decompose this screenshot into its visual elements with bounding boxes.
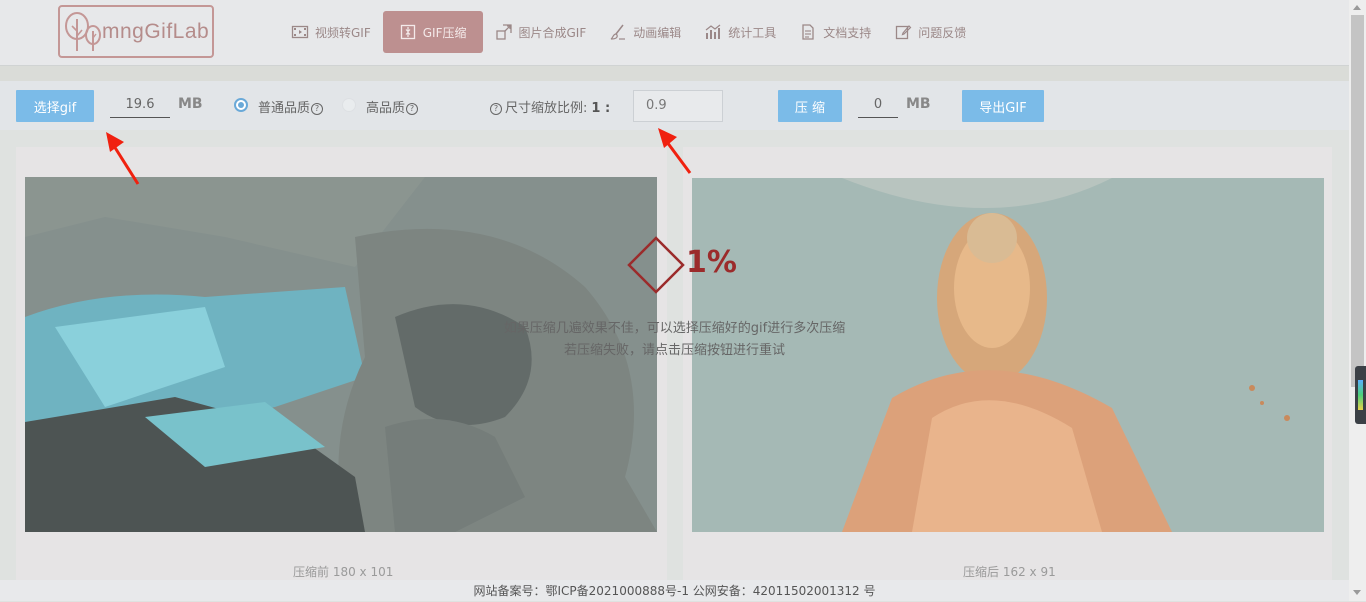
nav-images-to-gif[interactable]: 图片合成GIF: [484, 11, 598, 53]
document-icon: [802, 24, 814, 40]
compress-button[interactable]: 压 缩: [778, 90, 842, 122]
compress-icon: [400, 24, 415, 40]
quality-high-radio[interactable]: [342, 98, 356, 112]
side-widget[interactable]: [1355, 366, 1366, 424]
nav-gif-compress[interactable]: GIF压缩: [382, 11, 483, 53]
overlay-tip-1: 如果压缩几遍效果不佳，可以选择压缩好的gif进行多次压缩: [503, 321, 846, 336]
compressed-size-unit: MB: [906, 96, 931, 112]
annotation-arrow-icon: [658, 128, 692, 174]
scale-ratio-label: ? 尺寸缩放比例: 1 :: [489, 97, 610, 116]
quality-normal-label[interactable]: 普通品质?: [258, 97, 324, 116]
film-icon: [291, 25, 309, 39]
nav-label: 图片合成GIF: [518, 25, 587, 40]
export-gif-button[interactable]: 导出GIF: [962, 90, 1044, 122]
main-nav: 视频转GIF GIF压缩 图片合成GIF 动画编辑 统计工具 文档支持 问题反馈: [280, 11, 978, 53]
help-icon[interactable]: ?: [311, 103, 324, 115]
level-meter-icon: [1358, 380, 1363, 410]
nav-feedback[interactable]: 问题反馈: [883, 11, 977, 53]
after-caption: 压缩后 162 x 91: [963, 565, 1056, 579]
original-size-unit: MB: [178, 96, 203, 112]
bar-chart-icon: [705, 24, 721, 39]
quality-high-label[interactable]: 高品质?: [366, 97, 419, 116]
select-gif-button[interactable]: 选择gif: [16, 90, 94, 122]
nav-video-to-gif[interactable]: 视频转GIF: [280, 11, 382, 53]
edit-icon: [896, 25, 912, 40]
logo[interactable]: mngGifLab: [58, 5, 214, 58]
nav-label: GIF压缩: [422, 25, 467, 40]
help-icon[interactable]: ?: [406, 103, 419, 115]
tree-logo-icon: [65, 11, 101, 51]
nav-label: 问题反馈: [918, 25, 967, 40]
nav-animation-edit[interactable]: 动画编辑: [598, 11, 692, 53]
top-navbar: mngGifLab 视频转GIF GIF压缩 图片合成GIF 动画编辑 统计工具…: [0, 0, 1349, 66]
before-caption: 压缩前 180 x 101: [293, 565, 394, 579]
progress-percent: 1%: [686, 245, 737, 280]
page-scrollbar[interactable]: [1349, 0, 1366, 601]
help-icon[interactable]: ?: [490, 103, 502, 115]
scroll-up-icon[interactable]: [1353, 5, 1361, 10]
quality-normal-radio[interactable]: [234, 98, 248, 112]
scrollbar-thumb[interactable]: [1351, 15, 1364, 387]
divider-strip: [0, 66, 1349, 81]
scale-ratio-input[interactable]: 0.9: [633, 90, 723, 122]
brush-icon: [610, 24, 626, 40]
scroll-down-icon[interactable]: [1353, 590, 1361, 595]
overlay-tip-2: 若压缩失败，请点击压缩按钮进行重试: [563, 343, 785, 358]
nav-label: 视频转GIF: [315, 25, 371, 40]
compressed-size-value: 0: [858, 95, 898, 118]
logo-text: mngGifLab: [102, 19, 210, 43]
nav-stats-tools[interactable]: 统计工具: [693, 11, 787, 53]
nav-label: 动画编辑: [633, 25, 682, 40]
annotation-arrow-icon: [106, 132, 140, 185]
nav-label: 文档支持: [823, 25, 872, 40]
original-size-value: 19.6: [110, 95, 170, 118]
footer-record: 网站备案号：鄂ICP备2021000888号-1 公网安备：4201150200…: [0, 580, 1349, 601]
nav-docs[interactable]: 文档支持: [788, 11, 882, 53]
nav-label: 统计工具: [728, 25, 777, 40]
merge-icon: [495, 24, 512, 40]
loading-diamond-icon: [627, 236, 685, 294]
